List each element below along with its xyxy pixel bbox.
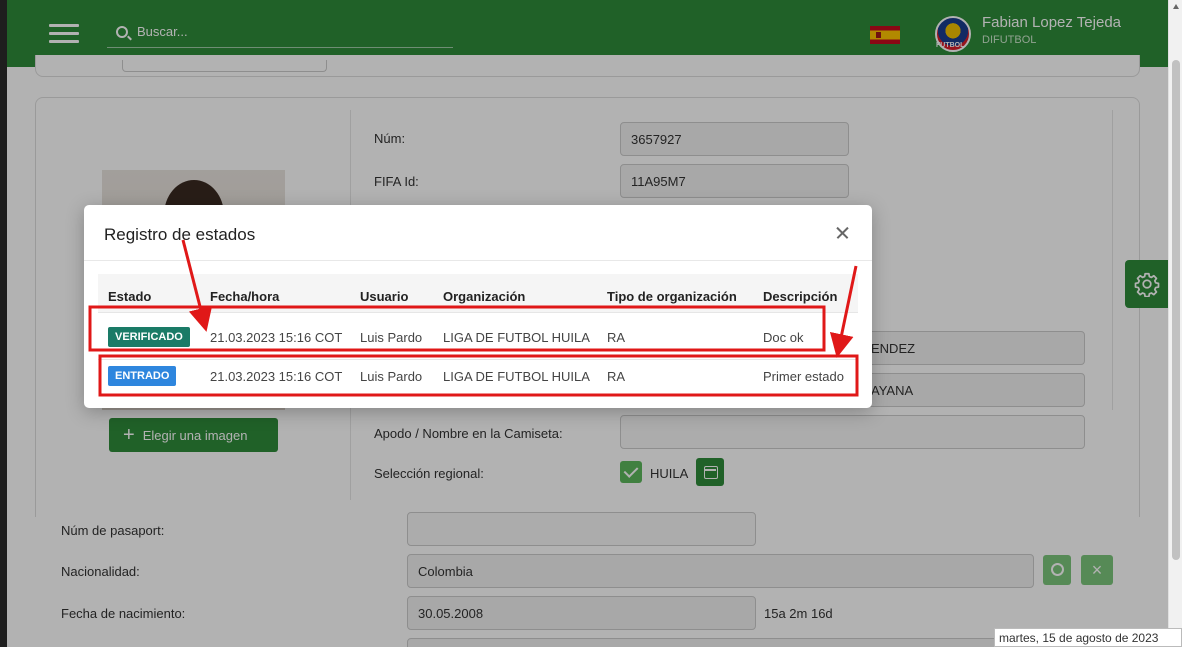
close-icon[interactable] bbox=[832, 222, 854, 244]
row-organization: LIGA DE FUTBOL HUILA bbox=[443, 369, 590, 384]
row-organization: LIGA DE FUTBOL HUILA bbox=[443, 330, 590, 345]
row-divider bbox=[98, 312, 858, 313]
modal-divider bbox=[84, 260, 872, 261]
scroll-thumb[interactable] bbox=[1172, 60, 1180, 560]
row-description: Primer estado bbox=[763, 369, 844, 384]
row-date: 21.03.2023 15:16 COT bbox=[210, 330, 343, 345]
col-header-tipo: Tipo de organización bbox=[607, 289, 737, 304]
status-log-modal: Registro de estados Estado Fecha/hora Us… bbox=[84, 205, 872, 408]
left-edge bbox=[0, 0, 7, 647]
row-date: 21.03.2023 15:16 COT bbox=[210, 369, 343, 384]
modal-title: Registro de estados bbox=[104, 225, 256, 244]
col-header-descripcion: Descripción bbox=[763, 289, 838, 304]
row-org-type: RA bbox=[607, 330, 626, 345]
col-header-fecha: Fecha/hora bbox=[210, 289, 280, 304]
row-user: Luis Pardo bbox=[360, 330, 423, 345]
col-header-estado: Estado bbox=[108, 289, 152, 304]
taskbar-date: martes, 15 de agosto de 2023 bbox=[994, 628, 1182, 647]
row-user: Luis Pardo bbox=[360, 369, 423, 384]
row-description: Doc ok bbox=[763, 330, 804, 345]
status-badge: VERIFICADO bbox=[108, 327, 190, 347]
scroll-up-icon[interactable] bbox=[1173, 4, 1179, 9]
row-org-type: RA bbox=[607, 369, 626, 384]
row-divider bbox=[98, 359, 858, 360]
status-badge: ENTRADO bbox=[108, 366, 177, 386]
col-header-organizacion: Organización bbox=[443, 289, 526, 304]
vertical-scrollbar[interactable] bbox=[1168, 0, 1182, 647]
col-header-usuario: Usuario bbox=[360, 289, 409, 304]
